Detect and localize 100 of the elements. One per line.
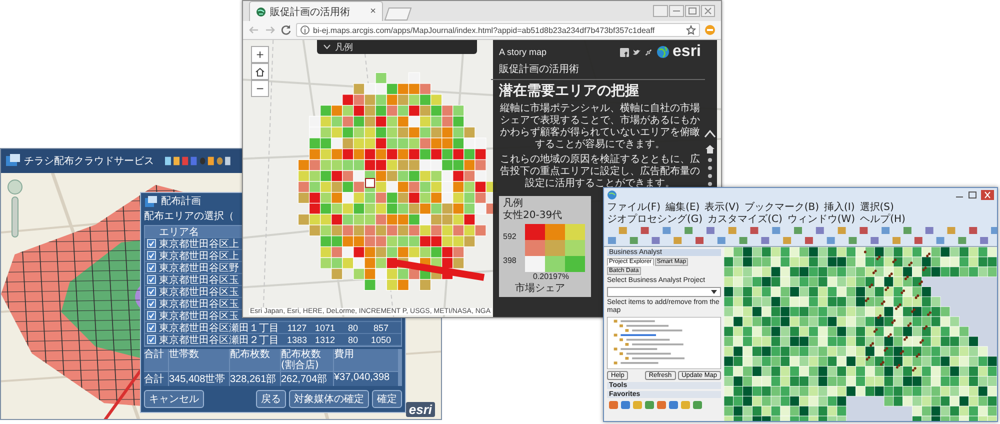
home-icon[interactable]: [705, 144, 715, 154]
info-icon: [300, 25, 310, 35]
star-icon[interactable]: [686, 25, 696, 35]
dialog-button[interactable]: 対象媒体の確定: [289, 390, 369, 408]
table-cell-text: 東京都世田谷区玉: [159, 274, 239, 286]
menu-item[interactable]: ウィンドウ(W): [787, 214, 856, 226]
checkbox[interactable]: [147, 335, 156, 344]
square-icon[interactable]: [620, 48, 629, 56]
checkbox[interactable]: [147, 263, 156, 272]
cancel-button[interactable]: キャンセル: [144, 390, 204, 408]
table-cell-text: 857: [372, 322, 390, 332]
paragraph: 縦軸に市場ポテンシャル、横軸に自社の市場シェアで表現することで、市場があるにもかかわらず顧客が得られていないエリアを俯瞰することが容易にできます。: [499, 103, 701, 151]
chevron-up-icon[interactable]: [704, 128, 716, 140]
table-cell: 328,261部: [230, 372, 280, 386]
home-button[interactable]: [251, 63, 269, 80]
table-cell-text: 1071: [314, 322, 336, 332]
app-logo-icon: [5, 153, 21, 169]
menu-item[interactable]: 表示(V): [704, 202, 740, 214]
table-cell: ¥37,040,398: [334, 372, 398, 386]
page-dot-icon[interactable]: [708, 182, 712, 186]
table-cell-text: 東京都世田谷区野: [159, 262, 239, 274]
column-header: エリア名: [159, 226, 200, 238]
menu-item[interactable]: 選択(S): [860, 202, 894, 214]
section-heading: 潜在需要エリアの把握: [499, 83, 640, 100]
bird-icon[interactable]: [632, 48, 641, 56]
browser-tab[interactable]: 販促計画の活用術 ×: [249, 1, 383, 21]
legend-subtitle: 女性20-39代: [503, 210, 564, 222]
column-header: 合計: [144, 349, 168, 371]
story-title: 販促計画の活用術: [499, 62, 580, 76]
table-cell: 合計: [144, 372, 168, 386]
dropdown-field[interactable]: [607, 287, 721, 297]
axis-label: 592: [503, 232, 518, 240]
logo: esri: [406, 402, 435, 417]
legend-title: 凡例: [503, 198, 524, 210]
menu-item[interactable]: ブックマーク(B): [744, 202, 820, 214]
zoom-out-button[interactable]: −: [251, 80, 269, 97]
table-cell-text: 80: [346, 334, 359, 344]
kicker-text: A story map: [499, 47, 547, 57]
menu-item[interactable]: ジオプロセシング(G): [607, 214, 703, 226]
menu-item[interactable]: 挿入(I): [824, 202, 855, 214]
menu-item[interactable]: 編集(E): [666, 202, 700, 214]
dialog-button[interactable]: 確定: [372, 390, 402, 408]
table-cell-text: 東京都世田谷区玉: [159, 298, 239, 310]
checkbox[interactable]: [147, 287, 156, 296]
tree-drawing[interactable]: [607, 317, 721, 369]
table-cell-text: 東京都世田谷区上: [159, 238, 239, 250]
checkbox[interactable]: [147, 239, 156, 248]
table-cell-text: 1383: [286, 334, 308, 344]
tab-title: 販促計画の活用術: [270, 6, 350, 18]
column-header: 費用: [334, 349, 398, 371]
table-cell-text: 80: [346, 322, 359, 332]
page-dot-icon[interactable]: [708, 158, 712, 162]
caret-icon: [323, 44, 331, 50]
table-cell: 345,408世帯: [169, 372, 229, 386]
globe-icon: [256, 6, 266, 16]
address-bar[interactable]: bi-ej.maps.arcgis.com/apps/MapJournal/index.html?appid=ab51d8b23a234df7b473bf357c1deaff: [296, 23, 700, 37]
checkbox[interactable]: [147, 311, 156, 320]
menu-item[interactable]: カスタマイズ(C): [708, 214, 782, 226]
checkbox[interactable]: [147, 299, 156, 308]
logo: esri: [672, 44, 701, 60]
table-cell: 262,704部: [281, 372, 333, 386]
table-cell-text: 1050: [370, 334, 392, 344]
instruction-text: 配布エリアの選択（: [144, 211, 235, 223]
globe-icon: [656, 45, 670, 59]
zoom-in-button[interactable]: +: [251, 46, 269, 63]
column-header: 配布枚数(割合店): [281, 349, 333, 371]
page-dot-icon[interactable]: [708, 166, 712, 170]
dialog-button[interactable]: 戻る: [256, 390, 286, 408]
table-cell-text: 東京都世田谷区上: [159, 250, 239, 262]
window-controls-icon[interactable]: [653, 5, 715, 17]
dialog-title: 配布計画: [161, 196, 201, 208]
new-tab-icon[interactable]: [383, 7, 413, 21]
checkbox[interactable]: [147, 323, 156, 332]
table-cell-text: 1312: [314, 334, 336, 344]
choropleth-map-drawing[interactable]: [724, 247, 997, 421]
checkbox[interactable]: [147, 275, 156, 284]
page-dot-icon[interactable]: [708, 174, 712, 178]
window-title: チラシ配布クラウドサービス: [24, 155, 154, 168]
circle-icon[interactable]: [704, 24, 716, 36]
toolbar-icons-drawing[interactable]: [165, 156, 231, 166]
window-controls-icon[interactable]: [954, 190, 994, 200]
reload-icon[interactable]: [280, 24, 292, 36]
checkbox[interactable]: [147, 251, 156, 260]
menu-item[interactable]: ファイル(F): [607, 202, 661, 214]
caret-icon: [710, 289, 718, 295]
link-icon[interactable]: [644, 48, 653, 56]
legend-toggle[interactable]: 凡例: [317, 40, 477, 54]
home-icon: [255, 66, 265, 76]
axis-label: 0.20197%: [533, 272, 570, 281]
table-cell-text: 東京都世田谷区瀬田１丁目: [159, 322, 280, 334]
table-cell-text: 東京都世田谷区玉: [159, 286, 239, 298]
axis-label: 398: [503, 256, 518, 264]
column-header: 配布枚数: [230, 349, 280, 371]
table-cell-text: 東京都世田谷区玉: [159, 310, 239, 322]
menu-item[interactable]: ヘルプ(H): [860, 214, 906, 226]
app-logo-icon: [144, 195, 158, 209]
close-icon[interactable]: ×: [370, 6, 376, 17]
zoom-slider-drawing[interactable]: [7, 179, 23, 239]
table-cell-text: 1127: [286, 322, 308, 332]
column-header: 世帯数: [169, 349, 229, 371]
